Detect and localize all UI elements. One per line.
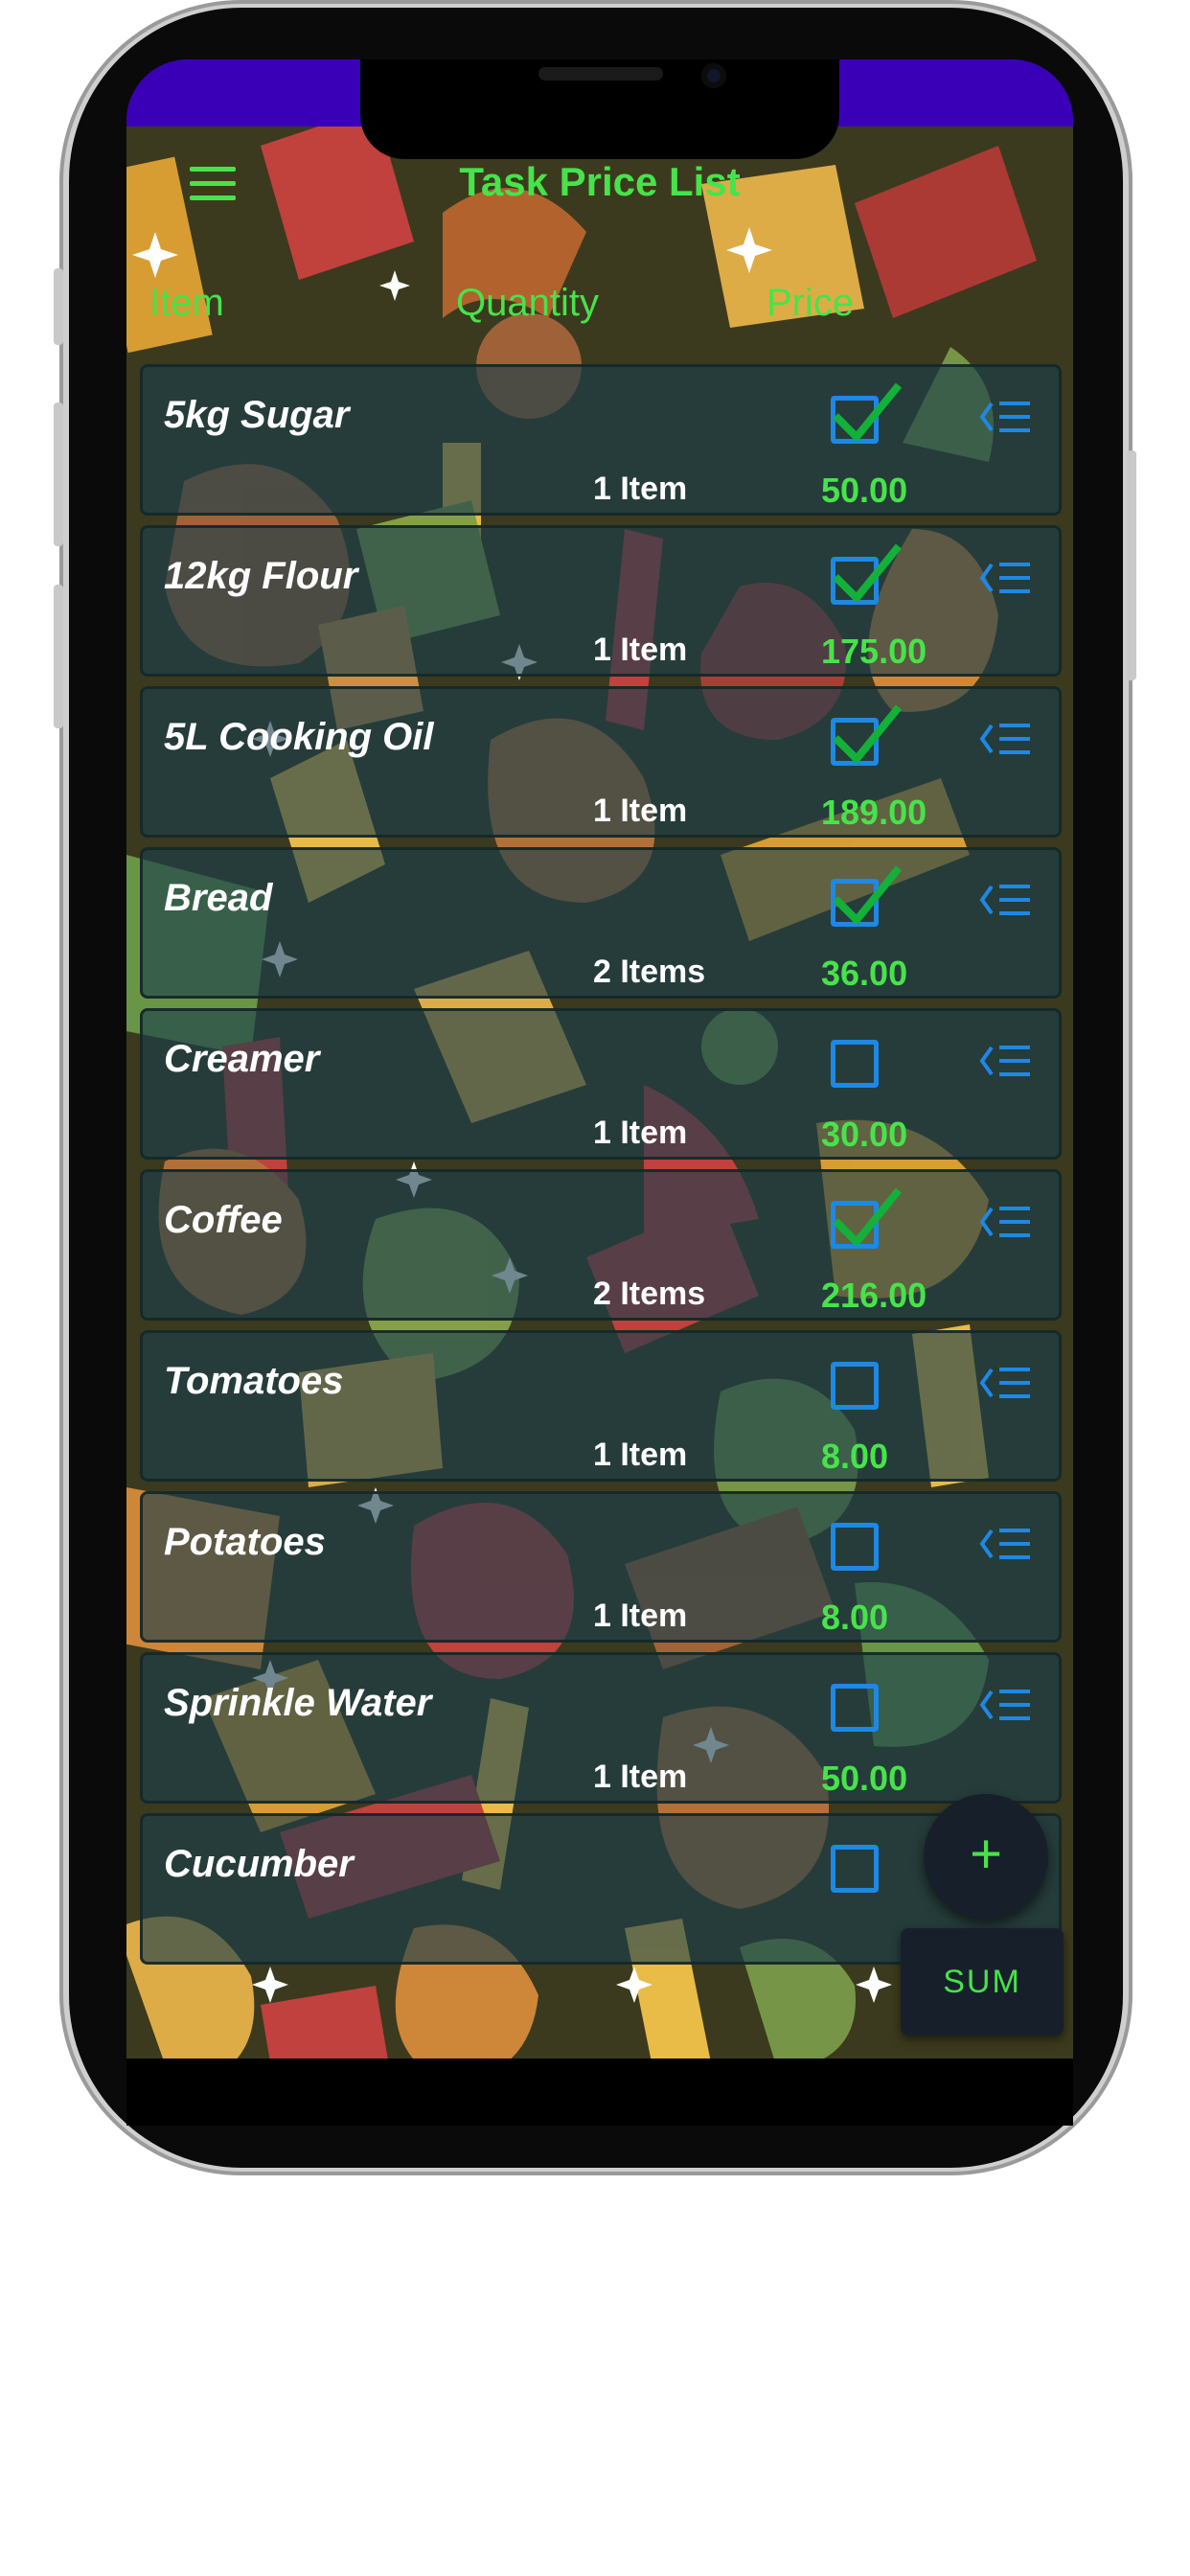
- item-name: Sprinkle Water: [164, 1682, 432, 1724]
- checkmark-icon: [833, 543, 903, 602]
- item-price: 30.00: [821, 1115, 908, 1154]
- device-notch: [360, 59, 839, 159]
- item-checkbox[interactable]: [831, 382, 903, 444]
- list-item[interactable]: 5kg Sugar 1 Item 50.00: [140, 364, 1062, 516]
- column-header-item: Item: [149, 282, 224, 324]
- item-checkbox[interactable]: [831, 1040, 879, 1088]
- item-price: 8.00: [821, 1598, 889, 1637]
- reorder-list-icon[interactable]: [978, 1042, 1032, 1080]
- item-checkbox[interactable]: [831, 1187, 903, 1249]
- item-checkbox[interactable]: [831, 704, 903, 766]
- reorder-list-icon[interactable]: [978, 1364, 1032, 1402]
- item-price: 8.00: [821, 1437, 889, 1476]
- add-item-button[interactable]: +: [924, 1794, 1048, 1919]
- column-header-price: Price: [767, 282, 855, 324]
- reorder-list-icon[interactable]: [978, 1203, 1032, 1241]
- item-checkbox[interactable]: [831, 865, 903, 927]
- app-screen: Task Price List Item Quantity Price 5kg …: [126, 59, 1073, 2058]
- item-quantity: 1 Item: [593, 632, 688, 668]
- list-item[interactable]: Potatoes 1 Item 8.00: [140, 1491, 1062, 1643]
- item-name: Bread: [164, 877, 273, 919]
- item-price: 36.00: [821, 954, 908, 993]
- reorder-list-icon[interactable]: [978, 1686, 1032, 1724]
- list-item[interactable]: Bread 2 Items 36.00: [140, 847, 1062, 999]
- reorder-list-icon[interactable]: [978, 720, 1032, 758]
- item-name: 12kg Flour: [164, 555, 358, 597]
- item-quantity: 1 Item: [593, 1759, 688, 1795]
- item-checkbox[interactable]: [831, 543, 903, 605]
- item-price: 175.00: [821, 632, 927, 671]
- reorder-list-icon[interactable]: [978, 881, 1032, 919]
- item-quantity: 2 Items: [593, 1276, 706, 1312]
- item-quantity: 1 Item: [593, 1598, 688, 1634]
- home-indicator-area: [126, 2058, 1073, 2126]
- checkmark-icon: [833, 704, 903, 763]
- item-list: 5kg Sugar 1 Item 50.00 12kg Flour 1 Item 17…: [140, 364, 1062, 1974]
- front-camera: [701, 63, 726, 88]
- page-title: Task Price List: [459, 159, 741, 204]
- list-item[interactable]: Coffee 2 Items 216.00: [140, 1169, 1062, 1321]
- item-quantity: 1 Item: [593, 793, 688, 829]
- item-name: Cucumber: [164, 1843, 354, 1885]
- sum-button[interactable]: SUM: [901, 1928, 1064, 2036]
- item-quantity: 1 Item: [593, 1115, 688, 1151]
- item-quantity: 1 Item: [593, 1437, 688, 1473]
- list-item[interactable]: 12kg Flour 1 Item 175.00: [140, 525, 1062, 677]
- item-price: 50.00: [821, 471, 908, 510]
- item-price: 189.00: [821, 793, 927, 832]
- item-price: 50.00: [821, 1759, 908, 1798]
- list-item[interactable]: Tomatoes 1 Item 8.00: [140, 1330, 1062, 1482]
- side-button-volume-up: [54, 402, 63, 546]
- reorder-list-icon[interactable]: [978, 559, 1032, 597]
- list-item[interactable]: 5L Cooking Oil 1 Item 189.00: [140, 686, 1062, 838]
- item-name: 5kg Sugar: [164, 394, 350, 436]
- checkmark-icon: [833, 382, 903, 441]
- item-checkbox[interactable]: [831, 1845, 879, 1893]
- reorder-list-icon[interactable]: [978, 398, 1032, 436]
- item-quantity: 1 Item: [593, 471, 688, 507]
- list-item[interactable]: Creamer 1 Item 30.00: [140, 1008, 1062, 1160]
- item-quantity: 2 Items: [593, 954, 706, 990]
- item-name: Creamer: [164, 1038, 320, 1080]
- item-checkbox[interactable]: [831, 1523, 879, 1571]
- side-button-power: [1127, 450, 1136, 680]
- item-name: Potatoes: [164, 1521, 326, 1563]
- item-price: 216.00: [821, 1276, 927, 1315]
- list-item[interactable]: Sprinkle Water 1 Item 50.00: [140, 1652, 1062, 1804]
- item-name: 5L Cooking Oil: [164, 716, 434, 758]
- item-name: Tomatoes: [164, 1360, 344, 1402]
- column-header-quantity: Quantity: [456, 282, 599, 324]
- side-button-mute: [54, 268, 63, 345]
- checkmark-icon: [833, 1187, 903, 1246]
- checkmark-icon: [833, 865, 903, 924]
- item-name: Coffee: [164, 1199, 283, 1241]
- earpiece-speaker: [538, 67, 663, 80]
- item-checkbox[interactable]: [831, 1684, 879, 1732]
- item-checkbox[interactable]: [831, 1362, 879, 1410]
- side-button-volume-down: [54, 585, 63, 728]
- reorder-list-icon[interactable]: [978, 1525, 1032, 1563]
